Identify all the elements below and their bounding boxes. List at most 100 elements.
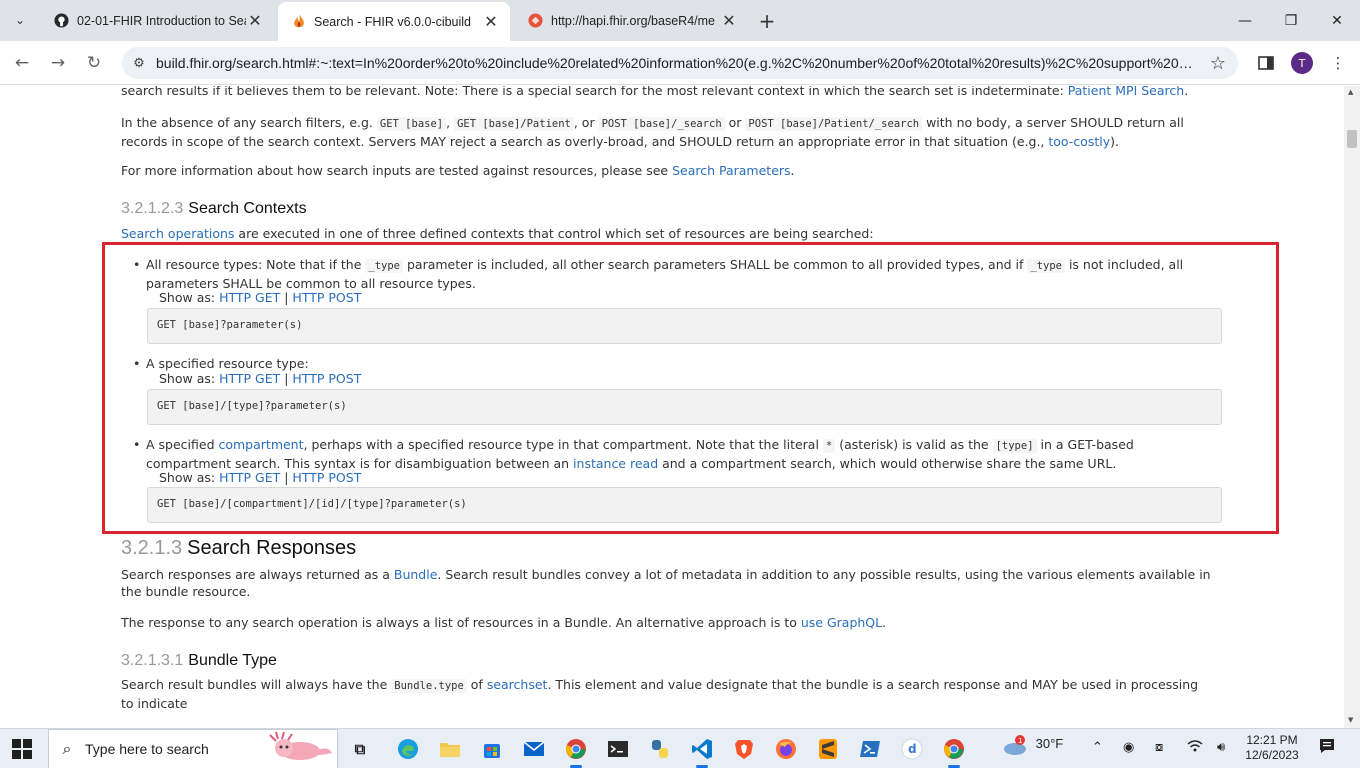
show-hidden-icons-button[interactable]: ⌃ [1092, 739, 1103, 755]
http-get-link[interactable]: HTTP GET [219, 290, 280, 305]
chevron-up-icon: ⌃ [1092, 739, 1103, 754]
show-as-row: Show as: HTTP GET | HTTP POST [159, 290, 362, 305]
show-as-row: Show as: HTTP GET | HTTP POST [159, 371, 362, 386]
taskbar-powershell[interactable] [856, 735, 884, 763]
http-post-link[interactable]: HTTP POST [292, 470, 361, 485]
code-block: GET [base]?parameter(s) [147, 308, 1222, 344]
profile-avatar[interactable]: T [1291, 52, 1313, 74]
taskbar-brave[interactable] [730, 735, 758, 763]
close-icon: ✕ [1331, 12, 1343, 29]
terminal-icon [608, 741, 628, 757]
menu-button[interactable]: ⋮ [1327, 52, 1349, 74]
clock-date: 12/6/2023 [1245, 748, 1299, 762]
context-specified-resource-type: A specified resource type: [133, 355, 1196, 372]
bundle-link[interactable]: Bundle [394, 567, 438, 582]
taskbar-firefox[interactable] [772, 735, 800, 763]
section-number: 3.2.1.3.1 [121, 652, 184, 669]
searchset-link[interactable]: searchset [487, 677, 548, 692]
scroll-thumb[interactable] [1347, 130, 1357, 148]
inline-code: GET [base] [376, 117, 447, 131]
minimize-icon: — [1238, 12, 1252, 29]
taskbar-python[interactable] [646, 735, 674, 763]
back-button[interactable]: ← [8, 49, 36, 77]
instance-read-link[interactable]: instance read [573, 456, 658, 471]
use-graphql-link[interactable]: use GraphQL [801, 615, 882, 630]
tab-fhir-search[interactable]: Search - FHIR v6.0.0-cibuild ✕ [278, 2, 510, 41]
close-icon[interactable]: ✕ [482, 12, 500, 32]
weather-widget[interactable]: 1 30°F [1002, 734, 1063, 756]
tab-strip: ⌄ 02-01-FHIR Introduction to Sea ✕ Searc… [0, 0, 1360, 41]
patient-mpi-search-link[interactable]: Patient MPI Search [1068, 86, 1184, 98]
inline-code: [type] [992, 439, 1037, 453]
inline-code: POST [base]/_search [598, 117, 725, 131]
cloud-icon: 1 [1004, 735, 1026, 755]
search-icon: ⌕ [62, 739, 72, 758]
absence-paragraph: In the absence of any search filters, e.… [121, 115, 1184, 149]
address-bar[interactable]: ⚙ build.fhir.org/search.html#:~:text=In%… [122, 47, 1238, 79]
taskbar-chrome[interactable] [562, 735, 590, 768]
restore-button[interactable]: ❐ [1268, 0, 1314, 41]
volume-icon[interactable]: 🔊︎ [1217, 739, 1225, 755]
scroll-down-arrow-icon[interactable]: ▼ [1348, 716, 1353, 724]
taskbar-vscode[interactable] [688, 735, 716, 768]
taskbar-sublime[interactable] [814, 735, 842, 763]
taskbar-d-app[interactable]: d [898, 735, 926, 763]
contexts-intro: Search operations are executed in one of… [121, 226, 874, 241]
page-scrollbar[interactable]: ▲ ▼ [1344, 86, 1360, 728]
http-get-link[interactable]: HTTP GET [219, 371, 280, 386]
bundle-paragraph: Search result bundles will always have t… [121, 677, 1199, 711]
http-post-link[interactable]: HTTP POST [292, 371, 361, 386]
search-parameters-link[interactable]: Search Parameters [672, 163, 790, 178]
notification-icon [1320, 739, 1334, 753]
too-costly-link[interactable]: too-costly [1048, 134, 1110, 149]
record-indicator-icon[interactable]: ◉ [1123, 739, 1134, 755]
notifications-button[interactable] [1318, 737, 1336, 758]
new-tab-button[interactable]: + [754, 8, 780, 34]
http-get-link[interactable]: HTTP GET [219, 470, 280, 485]
task-view-icon: ⧉ [354, 740, 366, 758]
vscode-icon [692, 739, 712, 759]
scroll-up-arrow-icon[interactable]: ▲ [1348, 88, 1353, 96]
forward-button[interactable]: → [44, 49, 72, 77]
inline-code: _type [365, 259, 403, 273]
tab-search-button[interactable]: ⌄ [8, 8, 32, 32]
search-responses-heading: 3.2.1.3 Search Responses [121, 537, 356, 560]
taskbar-terminal[interactable] [604, 735, 632, 763]
graphql-paragraph: The response to any search operation is … [121, 615, 887, 630]
wifi-icon[interactable] [1187, 739, 1203, 756]
responses-paragraph: Search responses are always returned as … [121, 567, 1211, 599]
taskbar-file-explorer[interactable] [436, 735, 464, 763]
url-text[interactable]: build.fhir.org/search.html#:~:text=In%20… [156, 55, 1198, 71]
search-placeholder: Type here to search [85, 741, 209, 757]
search-operations-link[interactable]: Search operations [121, 226, 234, 241]
http-post-link[interactable]: HTTP POST [292, 290, 361, 305]
section-title: Bundle Type [188, 652, 277, 669]
site-info-icon[interactable]: ⚙ [122, 56, 156, 71]
kebab-menu-icon: ⋮ [1330, 54, 1346, 72]
minimize-button[interactable]: — [1222, 0, 1268, 41]
bundle-type-heading: 3.2.1.3.1 Bundle Type [121, 652, 277, 670]
section-title: Search Responses [187, 537, 357, 559]
taskbar-chrome-2[interactable] [940, 735, 968, 768]
tab-hapi[interactable]: http://hapi.fhir.org/baseR4/me ✕ [514, 0, 748, 41]
taskbar-mail[interactable] [520, 735, 548, 763]
close-icon[interactable]: ✕ [720, 11, 738, 31]
reload-button[interactable]: ↻ [80, 49, 108, 77]
code-block: GET [base]/[compartment]/[id]/[type]?par… [147, 487, 1222, 523]
firefox-icon [776, 739, 796, 759]
code-block: GET [base]/[type]?parameter(s) [147, 389, 1222, 425]
task-view-button[interactable]: ⧉ [346, 735, 374, 763]
close-window-button[interactable]: ✕ [1314, 0, 1360, 41]
edge-icon [398, 739, 418, 759]
bookmark-star-icon[interactable]: ☆ [1198, 53, 1238, 74]
compartment-link[interactable]: compartment [218, 437, 303, 452]
powershell-icon [860, 741, 880, 757]
taskbar-store[interactable] [478, 735, 506, 763]
system-clock[interactable]: 12:21 PM 12/6/2023 [1244, 733, 1300, 763]
tab-github[interactable]: 02-01-FHIR Introduction to Sea ✕ [40, 0, 274, 41]
windows-start-icon[interactable] [12, 739, 32, 759]
close-icon[interactable]: ✕ [246, 11, 264, 31]
meet-now-icon[interactable]: ⧇ [1155, 739, 1163, 755]
side-panel-button[interactable] [1255, 52, 1277, 74]
taskbar-edge[interactable] [394, 735, 422, 763]
